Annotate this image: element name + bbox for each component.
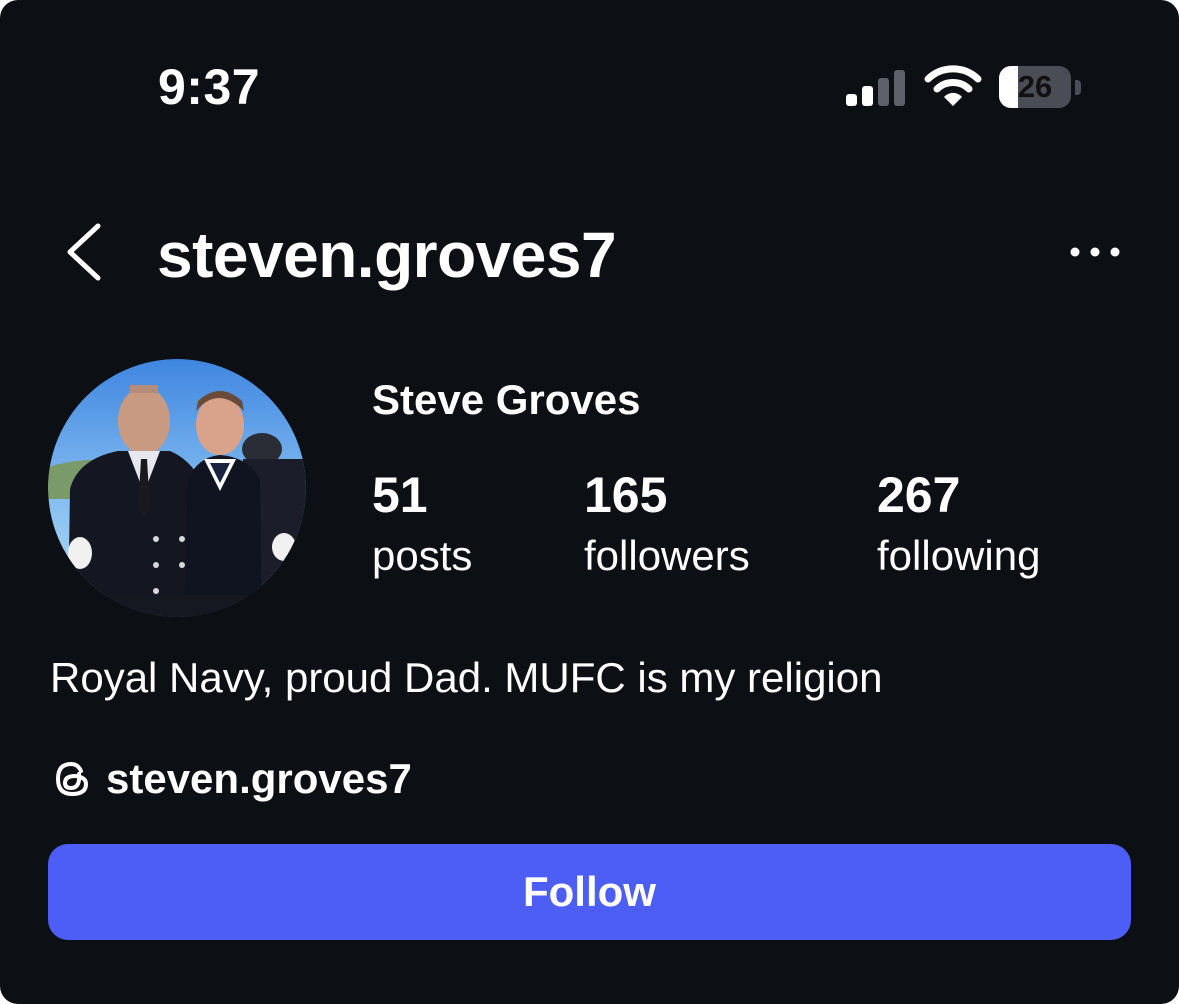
profile-username-title: steven.groves7 — [157, 219, 617, 291]
posts-label: posts — [372, 532, 473, 579]
back-chevron-icon[interactable] — [60, 220, 108, 284]
following-label: following — [877, 532, 1041, 579]
threads-handle: steven.groves7 — [106, 755, 412, 802]
battery-cap — [1075, 80, 1081, 95]
posts-stat[interactable]: 51 posts — [372, 466, 472, 584]
wifi-icon — [924, 65, 982, 106]
posts-count: 51 — [372, 467, 428, 523]
following-count: 267 — [877, 467, 961, 523]
signal-bar-2 — [862, 86, 873, 106]
signal-bar-4 — [894, 70, 905, 106]
more-options-icon[interactable] — [1066, 236, 1124, 268]
signal-bar-1 — [846, 94, 857, 106]
profile-avatar[interactable] — [48, 359, 306, 617]
threads-icon — [56, 762, 88, 796]
followers-count: 165 — [584, 467, 668, 523]
profile-display-name: Steve Groves — [372, 376, 641, 423]
threads-profile-link[interactable]: steven.groves7 — [50, 752, 412, 806]
followers-stat[interactable]: 165 followers — [584, 466, 750, 584]
battery-percent: 26 — [1017, 69, 1053, 104]
cellular-signal-icon — [846, 70, 906, 106]
signal-bar-3 — [878, 78, 889, 106]
following-stat[interactable]: 267 following — [877, 466, 1040, 584]
followers-label: followers — [584, 532, 750, 579]
status-time: 9:37 — [158, 59, 261, 115]
profile-screen: 9:37 26 steven.groves7 Steve Groves 51 p… — [0, 0, 1179, 1004]
battery-icon: 26 — [999, 66, 1071, 108]
follow-button[interactable]: Follow — [48, 844, 1131, 940]
profile-bio: Royal Navy, proud Dad. MUFC is my religi… — [50, 654, 883, 701]
